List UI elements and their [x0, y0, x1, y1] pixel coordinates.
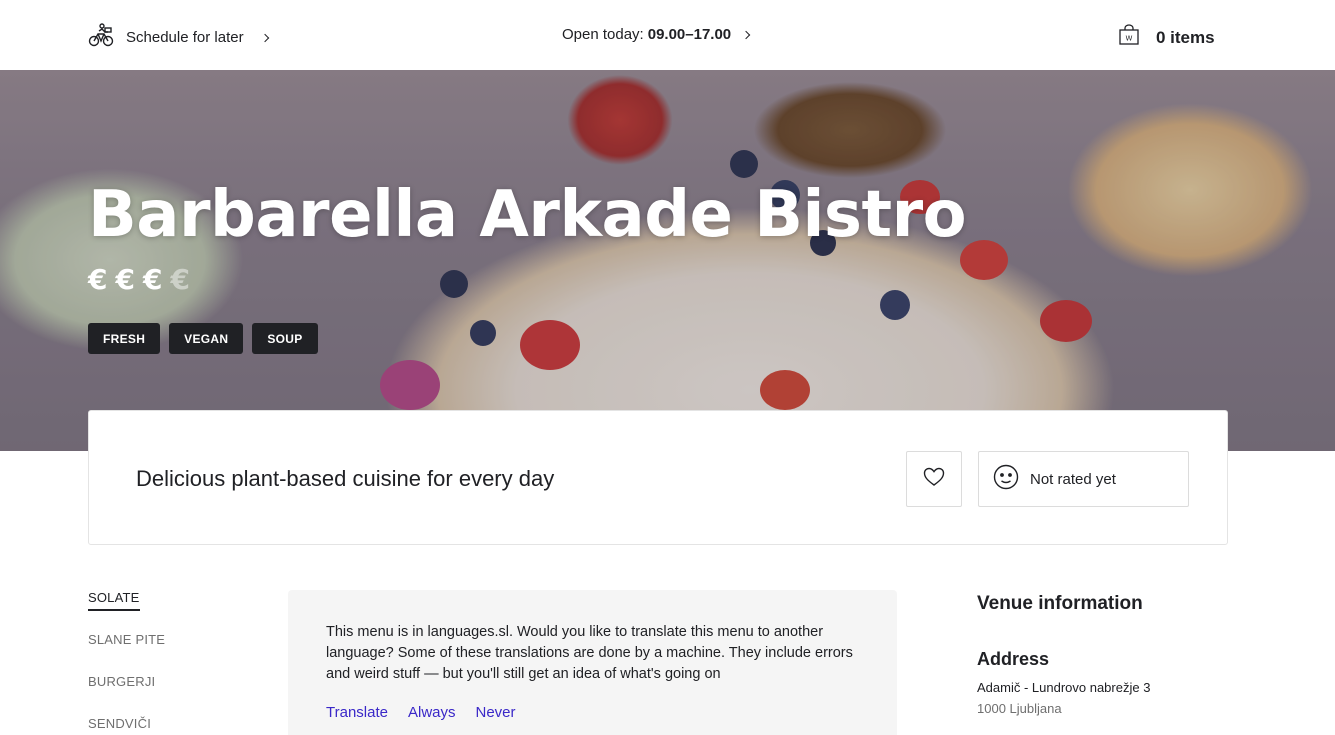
- tag-vegan[interactable]: VEGAN: [169, 323, 244, 354]
- venue-heading: Venue information: [977, 593, 1143, 614]
- venue-info: Venue information Address Adamič - Lundr…: [977, 593, 1150, 716]
- restaurant-description: Delicious plant-based cuisine for every …: [136, 466, 555, 491]
- open-today-label: Open today:: [562, 26, 644, 43]
- chevron-right-icon: [260, 33, 269, 42]
- category-nav: SOLATE SLANE PITE BURGERJI SENDVIČI: [88, 590, 165, 735]
- tag-fresh[interactable]: FRESH: [88, 323, 161, 354]
- address-heading: Address: [977, 649, 1050, 669]
- price-symbol-inactive: €: [170, 263, 190, 296]
- svg-text:W: W: [1126, 35, 1133, 43]
- category-item[interactable]: SENDVIČI: [88, 716, 165, 735]
- schedule-for-later-button[interactable]: Schedule for later: [88, 22, 269, 53]
- opening-hours-button[interactable]: Open today: 09.00–17.00: [562, 26, 751, 43]
- translation-message: This menu is in languages.sl. Would you …: [326, 624, 853, 682]
- schedule-label: Schedule for later: [126, 29, 244, 46]
- price-level: € € € €: [88, 263, 190, 296]
- address-line-2: 1000 Ljubljana: [977, 701, 1062, 716]
- tag-list: FRESH VEGAN SOUP: [88, 323, 318, 354]
- category-label: SLANE PITE: [88, 632, 166, 647]
- never-link[interactable]: Never: [476, 704, 516, 721]
- rating-button[interactable]: Not rated yet: [978, 451, 1189, 507]
- category-label: BURGERJI: [88, 674, 156, 689]
- bike-icon: [88, 22, 114, 53]
- category-item[interactable]: SOLATE: [88, 590, 165, 632]
- price-symbol-active: €: [115, 263, 135, 296]
- translate-link[interactable]: Translate: [326, 704, 388, 721]
- hero-banner: Barbarella Arkade Bistro € € € € FRESH VEGAN…: [0, 70, 1335, 451]
- shopping-bag-icon: W: [1118, 24, 1140, 51]
- open-hours: 09.00–17.00: [647, 26, 732, 43]
- cart-count: 0 items: [1156, 27, 1215, 47]
- chevron-right-icon: [741, 30, 751, 39]
- category-item[interactable]: BURGERJI: [88, 674, 165, 716]
- rating-label: Not rated yet: [1030, 470, 1116, 488]
- price-symbol-active: €: [88, 263, 108, 296]
- favorite-button[interactable]: [906, 451, 962, 507]
- category-label: SOLATE: [88, 590, 140, 611]
- price-symbol-active: €: [142, 263, 163, 296]
- category-item[interactable]: SLANE PITE: [88, 632, 165, 674]
- category-label: SENDVIČI: [88, 716, 152, 731]
- heart-icon: [923, 467, 945, 492]
- cart-button[interactable]: W 0 items: [1118, 24, 1215, 51]
- translation-notice: This menu is in languages.sl. Would you …: [288, 590, 897, 735]
- always-link[interactable]: Always: [408, 704, 456, 721]
- tag-soup[interactable]: SOUP: [252, 323, 318, 354]
- info-card: Delicious plant-based cuisine for every …: [88, 410, 1228, 545]
- smiley-icon: [993, 464, 1019, 495]
- restaurant-title: Barbarella Arkade Bistro: [88, 178, 967, 252]
- top-bar: Schedule for later Open today: 09.00–17.…: [0, 0, 1335, 70]
- address-line-1: Adamič - Lundrovo nabrežje 3: [977, 680, 1151, 695]
